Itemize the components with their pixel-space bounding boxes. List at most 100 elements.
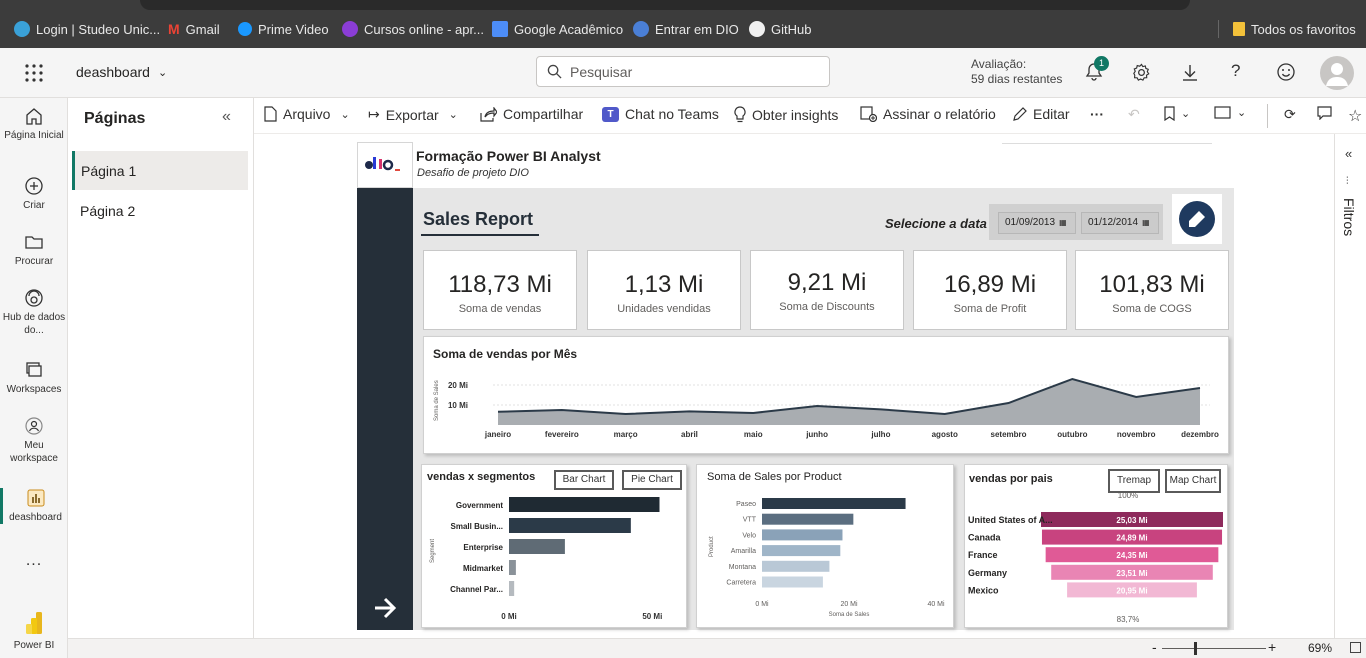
bookmark-dio[interactable]: Entrar em DIO — [633, 20, 739, 38]
bookmark-scholar[interactable]: Google Acadêmico — [492, 20, 623, 38]
nav-create[interactable]: Criar — [0, 176, 68, 212]
clear-filters-button[interactable] — [1172, 194, 1222, 244]
nav-powerbi-brand[interactable]: Power BI — [0, 610, 68, 652]
avatar[interactable] — [1320, 56, 1354, 90]
category-label: Midmarket — [463, 564, 503, 573]
app-launcher-icon[interactable] — [24, 63, 44, 83]
pie-chart-button[interactable]: Pie Chart — [622, 470, 682, 490]
chart-title: vendas x segmentos — [427, 471, 535, 483]
smiley-icon — [1277, 63, 1295, 81]
file-menu[interactable]: Arquivo ⌄ — [264, 106, 350, 122]
refresh-icon[interactable]: ⟳ — [1284, 106, 1296, 123]
x-tick-label: 0 Mi — [755, 601, 769, 608]
report-page: Formação Power BI Analyst Desafio de pro… — [357, 142, 1234, 630]
bookmark-studeo[interactable]: Login | Studeo Unic... — [14, 20, 160, 38]
bookmark-menu[interactable]: ⌄ — [1164, 106, 1190, 121]
x-tick-label: maio — [744, 430, 763, 439]
nav-browse[interactable]: Procurar — [0, 232, 68, 268]
bookmark-favorites[interactable]: Todos os favoritos — [1218, 20, 1356, 38]
category-label: Channel Par... — [450, 585, 503, 594]
date-start-input[interactable]: 01/09/2013 ▦ — [998, 212, 1076, 234]
help-icon[interactable]: ? — [1231, 61, 1240, 81]
undo-icon[interactable]: ↶ — [1128, 106, 1140, 123]
favorite-star-icon[interactable]: ☆ — [1348, 106, 1362, 126]
folder-icon — [1233, 22, 1245, 36]
nav-dashboard[interactable]: deashboard — [0, 488, 68, 524]
dio-icon — [633, 21, 649, 37]
chevron-down-icon: ⌄ — [157, 66, 168, 79]
fit-page-icon[interactable] — [1350, 642, 1361, 653]
page-label: Página 2 — [80, 203, 136, 219]
comment-icon[interactable] — [1317, 106, 1332, 120]
bookmark-prime[interactable]: Prime Video — [238, 20, 329, 38]
expand-filters-icon[interactable]: « — [1345, 146, 1352, 161]
calendar-icon: ▦ — [1059, 218, 1067, 227]
date-start-value: 01/09/2013 — [1005, 217, 1056, 228]
zoom-slider-track[interactable] — [1162, 648, 1266, 649]
export-menu[interactable]: ↦ Exportar ⌄ — [368, 106, 458, 123]
kpi-value: 16,89 Mi — [943, 271, 1037, 298]
search-icon — [547, 64, 562, 79]
bar — [762, 576, 823, 588]
map-chart-button[interactable]: Map Chart — [1165, 469, 1221, 493]
x-tick-label: outubro — [1057, 430, 1087, 439]
filters-label[interactable]: Filtros — [1341, 198, 1357, 236]
date-end-input[interactable]: 01/12/2014 ▦ — [1081, 212, 1159, 234]
settings-button[interactable] — [1132, 63, 1151, 87]
bookmark-label: GitHub — [771, 21, 812, 37]
subscribe-button[interactable]: Assinar o relatório — [860, 106, 996, 122]
bar — [509, 539, 565, 554]
pages-title: Páginas — [84, 110, 146, 127]
nav-more[interactable]: ... — [0, 553, 68, 569]
share-button[interactable]: Compartilhar — [480, 106, 583, 122]
nav-datahub[interactable]: Hub de dados do... — [0, 288, 68, 337]
more-options-button[interactable]: ··· — [1090, 106, 1104, 122]
bookmark-icon — [1164, 106, 1175, 121]
data-label: 24,35 Mi — [1116, 551, 1147, 560]
title-underline — [421, 234, 539, 236]
zoom-in-button[interactable]: + — [1268, 639, 1276, 655]
notification-badge: 1 — [1094, 56, 1109, 71]
bookmark-gmail[interactable]: M Gmail — [168, 20, 220, 38]
zoom-slider-thumb[interactable] — [1194, 642, 1197, 655]
teams-icon: T — [602, 106, 619, 122]
dio-logo-icon — [365, 157, 400, 171]
edit-button[interactable]: Editar — [1012, 106, 1070, 122]
nav-label: Procurar — [14, 256, 54, 267]
file-label: Arquivo — [283, 106, 331, 122]
arrow-right-icon[interactable] — [371, 594, 399, 622]
bar — [509, 497, 660, 512]
treemap-button[interactable]: Tremap — [1108, 469, 1160, 493]
nav-my-workspace[interactable]: Meu workspace — [0, 416, 68, 465]
data-hub-icon — [25, 289, 43, 307]
report-name-dropdown[interactable]: deashboard ⌄ — [76, 64, 167, 80]
nav-label: Power BI — [13, 640, 55, 651]
bar — [509, 560, 516, 575]
nav-home[interactable]: Página Inicial — [0, 106, 68, 142]
collapse-pane-icon[interactable]: « — [222, 108, 231, 126]
teams-chat-button[interactable]: T Chat no Teams — [602, 106, 719, 122]
category-label: Velo — [742, 532, 756, 539]
chart-title: Soma de vendas por Mês — [433, 347, 577, 361]
page-tab-2[interactable]: Página 2 — [80, 203, 135, 219]
search-box[interactable]: Pesquisar — [536, 56, 830, 87]
feedback-button[interactable] — [1276, 62, 1296, 87]
x-tick-label: agosto — [932, 430, 958, 439]
data-label: 24,89 Mi — [1116, 534, 1147, 543]
bookmark-github[interactable]: GitHub — [749, 20, 811, 38]
view-menu[interactable]: ⌄ — [1214, 106, 1246, 119]
nav-workspaces[interactable]: Workspaces — [0, 360, 68, 396]
x-tick-label: janeiro — [484, 430, 511, 439]
page-tab-1[interactable]: Página 1 — [72, 151, 248, 190]
bar-chart-button[interactable]: Bar Chart — [554, 470, 614, 490]
trial-info: Avaliação: 59 dias restantes — [971, 57, 1062, 87]
notifications-button[interactable]: 1 — [1084, 56, 1109, 84]
download-button[interactable] — [1181, 63, 1199, 87]
gear-icon — [1133, 63, 1150, 81]
kpi-value: 1,13 Mi — [624, 271, 704, 298]
zoom-out-button[interactable]: - — [1152, 639, 1157, 655]
insights-button[interactable]: Obter insights — [734, 106, 838, 123]
x-tick-label: março — [614, 430, 638, 439]
bookmark-cursos[interactable]: Cursos online - apr... — [342, 20, 484, 38]
x-tick-label: julho — [870, 430, 890, 439]
